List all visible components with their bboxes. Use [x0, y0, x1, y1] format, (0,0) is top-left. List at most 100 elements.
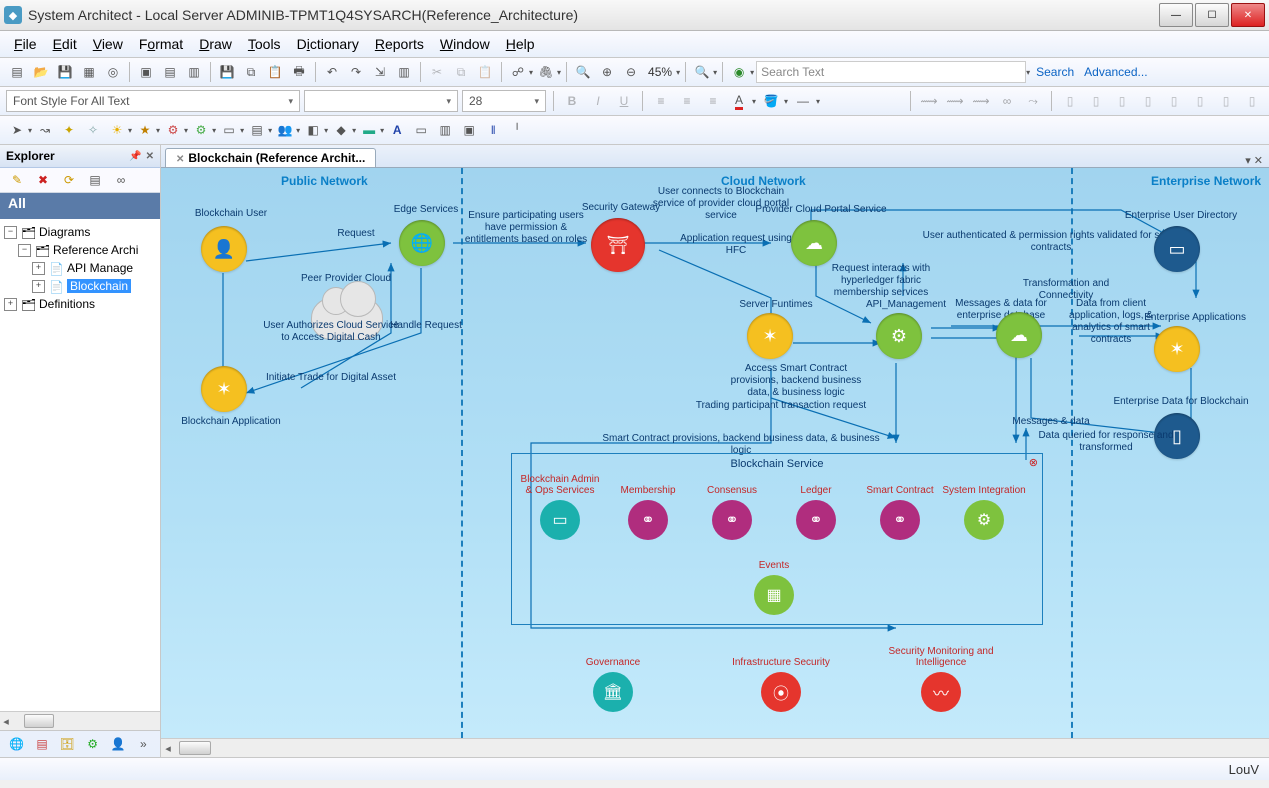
doc2-icon[interactable]: ▤ — [159, 61, 181, 83]
world-icon[interactable]: ◉ — [728, 61, 750, 83]
svc-consensus-icon[interactable]: ⚭ — [712, 500, 752, 540]
pointer-icon[interactable]: ➤ — [6, 119, 28, 141]
font-color-icon[interactable]: A — [728, 90, 750, 112]
people-icon[interactable]: 👥 — [274, 119, 296, 141]
svc-admin-icon[interactable]: ▭ — [540, 500, 580, 540]
find-icon[interactable]: 🔍 — [691, 61, 713, 83]
user-icon[interactable]: 👤 — [107, 733, 128, 755]
svc-sysint-icon[interactable]: ⚙ — [964, 500, 1004, 540]
more-icon[interactable]: » — [133, 733, 154, 755]
sparkle-icon[interactable]: ✧ — [82, 119, 104, 141]
search-link[interactable]: Search — [1032, 65, 1078, 79]
panel-icon[interactable]: ▥ — [434, 119, 456, 141]
node-api-mgmt[interactable]: ⚙ — [876, 313, 922, 359]
font-name-combo[interactable] — [304, 90, 458, 112]
layers-icon[interactable]: ▥ — [393, 61, 415, 83]
gear-g-icon[interactable]: ⚙ — [190, 119, 212, 141]
rect-icon[interactable]: ▭ — [218, 119, 240, 141]
svc-ledger-icon[interactable]: ⚭ — [796, 500, 836, 540]
menu-format[interactable]: Format — [133, 34, 189, 54]
bars-icon[interactable]: ‖ — [482, 119, 504, 141]
connect-icon[interactable]: ↝ — [34, 119, 56, 141]
al1-icon[interactable]: ▯ — [1059, 90, 1081, 112]
zoom-value[interactable]: 45% — [644, 65, 676, 79]
print-icon[interactable]: 🖶 — [288, 61, 310, 83]
font-size-combo[interactable]: 28 — [462, 90, 546, 112]
rel5-icon[interactable]: ⤳ — [1022, 90, 1044, 112]
fill-color-icon[interactable]: 🪣 — [760, 90, 782, 112]
shape2-icon[interactable]: ◆ — [330, 119, 352, 141]
line-style-icon[interactable]: — — [792, 90, 814, 112]
menu-tools[interactable]: Tools — [242, 34, 287, 54]
attach-icon[interactable]: 🖇 — [535, 61, 557, 83]
rel2-icon[interactable]: ⟿ — [944, 90, 966, 112]
menu-file[interactable]: File — [8, 34, 43, 54]
advanced-link[interactable]: Advanced... — [1080, 65, 1151, 79]
save-icon[interactable]: 💾 — [54, 61, 76, 83]
saveall-icon[interactable]: 💾 — [216, 61, 238, 83]
al5-icon[interactable]: ▯ — [1163, 90, 1185, 112]
svc-membership-icon[interactable]: ⚭ — [628, 500, 668, 540]
align-right-icon[interactable]: ≡ — [702, 90, 724, 112]
infra-security-icon[interactable]: ⦿ — [761, 672, 801, 712]
zoom-fit-icon[interactable]: 🔍 — [572, 61, 594, 83]
node-blockchain-user[interactable]: 👤 — [201, 226, 247, 272]
rel1-icon[interactable]: ⟿ — [918, 90, 940, 112]
explorer-tree[interactable]: −🗂Diagrams −🗂Reference Archi +📄API Manag… — [0, 219, 160, 711]
copy-icon[interactable]: ⧉ — [240, 61, 262, 83]
align-left-icon[interactable]: ≡ — [650, 90, 672, 112]
svc-events-icon[interactable]: ▦ — [754, 575, 794, 615]
tree-icon[interactable]: ⇲ — [369, 61, 391, 83]
al2-icon[interactable]: ▯ — [1085, 90, 1107, 112]
governance-icon[interactable]: 🏛 — [593, 672, 633, 712]
rel3-icon[interactable]: ⟿ — [970, 90, 992, 112]
delete-icon[interactable]: ✖ — [32, 169, 54, 191]
db-icon[interactable]: ◎ — [102, 61, 124, 83]
box-icon[interactable]: ▭ — [410, 119, 432, 141]
doc1-icon[interactable]: ▣ — [135, 61, 157, 83]
tree-blockchain[interactable]: Blockchain — [67, 279, 131, 293]
align-center-icon[interactable]: ≡ — [676, 90, 698, 112]
paste-icon[interactable]: 📋 — [264, 61, 286, 83]
menu-window[interactable]: Window — [434, 34, 496, 54]
tree-diagrams[interactable]: Diagrams — [39, 225, 90, 239]
edit-icon[interactable]: ✎ — [6, 169, 28, 191]
all-section[interactable]: All — [0, 193, 160, 219]
panel2-icon[interactable]: ▣ — [458, 119, 480, 141]
zoom-in-icon[interactable]: ⊕ — [596, 61, 618, 83]
new-icon[interactable]: ▤ — [6, 61, 28, 83]
tab-blockchain[interactable]: ✕Blockchain (Reference Archit... — [165, 148, 376, 167]
redo-icon[interactable]: ↷ — [345, 61, 367, 83]
bold-button[interactable]: B — [561, 90, 583, 112]
paste2-icon[interactable]: 📋 — [474, 61, 496, 83]
al7-icon[interactable]: ▯ — [1215, 90, 1237, 112]
copy2-icon[interactable]: ⧉ — [450, 61, 472, 83]
tree-api[interactable]: API Manage — [67, 261, 133, 275]
menu-edit[interactable]: Edit — [47, 34, 83, 54]
node-ent-user-dir[interactable]: ▭ — [1154, 226, 1200, 272]
text-icon[interactable]: A — [386, 119, 408, 141]
font-style-combo[interactable]: Font Style For All Text — [6, 90, 300, 112]
pin-icon[interactable]: 📌 — [129, 151, 141, 162]
refresh-icon[interactable]: ⟳ — [58, 169, 80, 191]
menu-dictionary[interactable]: Dictionary — [291, 34, 365, 54]
window-close-button[interactable]: ✕ — [1231, 3, 1265, 27]
window-minimize-button[interactable]: — — [1159, 3, 1193, 27]
sun-icon[interactable]: ☀ — [106, 119, 128, 141]
node-blockchain-app[interactable]: ✶ — [201, 366, 247, 412]
link2-icon[interactable]: ∞ — [110, 169, 132, 191]
tree-ref-arch[interactable]: Reference Archi — [53, 243, 138, 257]
explorer-hscroll[interactable]: ◂ — [0, 711, 160, 730]
window-maximize-button[interactable]: ☐ — [1195, 3, 1229, 27]
menu-view[interactable]: View — [87, 34, 129, 54]
link-icon[interactable]: ☍ — [507, 61, 529, 83]
svc-smartcontract-icon[interactable]: ⚭ — [880, 500, 920, 540]
layers2-icon[interactable]: ▤ — [246, 119, 268, 141]
menu-reports[interactable]: Reports — [369, 34, 430, 54]
node-transform[interactable]: ☁ — [996, 312, 1042, 358]
grid-icon[interactable]: ▦ — [78, 61, 100, 83]
end-icon[interactable]: ╵ — [506, 119, 528, 141]
view-icon[interactable]: ▤ — [84, 169, 106, 191]
blockchain-service-box[interactable]: Blockchain Service ⊗ Blockchain Admin & … — [511, 453, 1043, 625]
canvas-hscroll[interactable]: ◂ — [161, 738, 1269, 757]
